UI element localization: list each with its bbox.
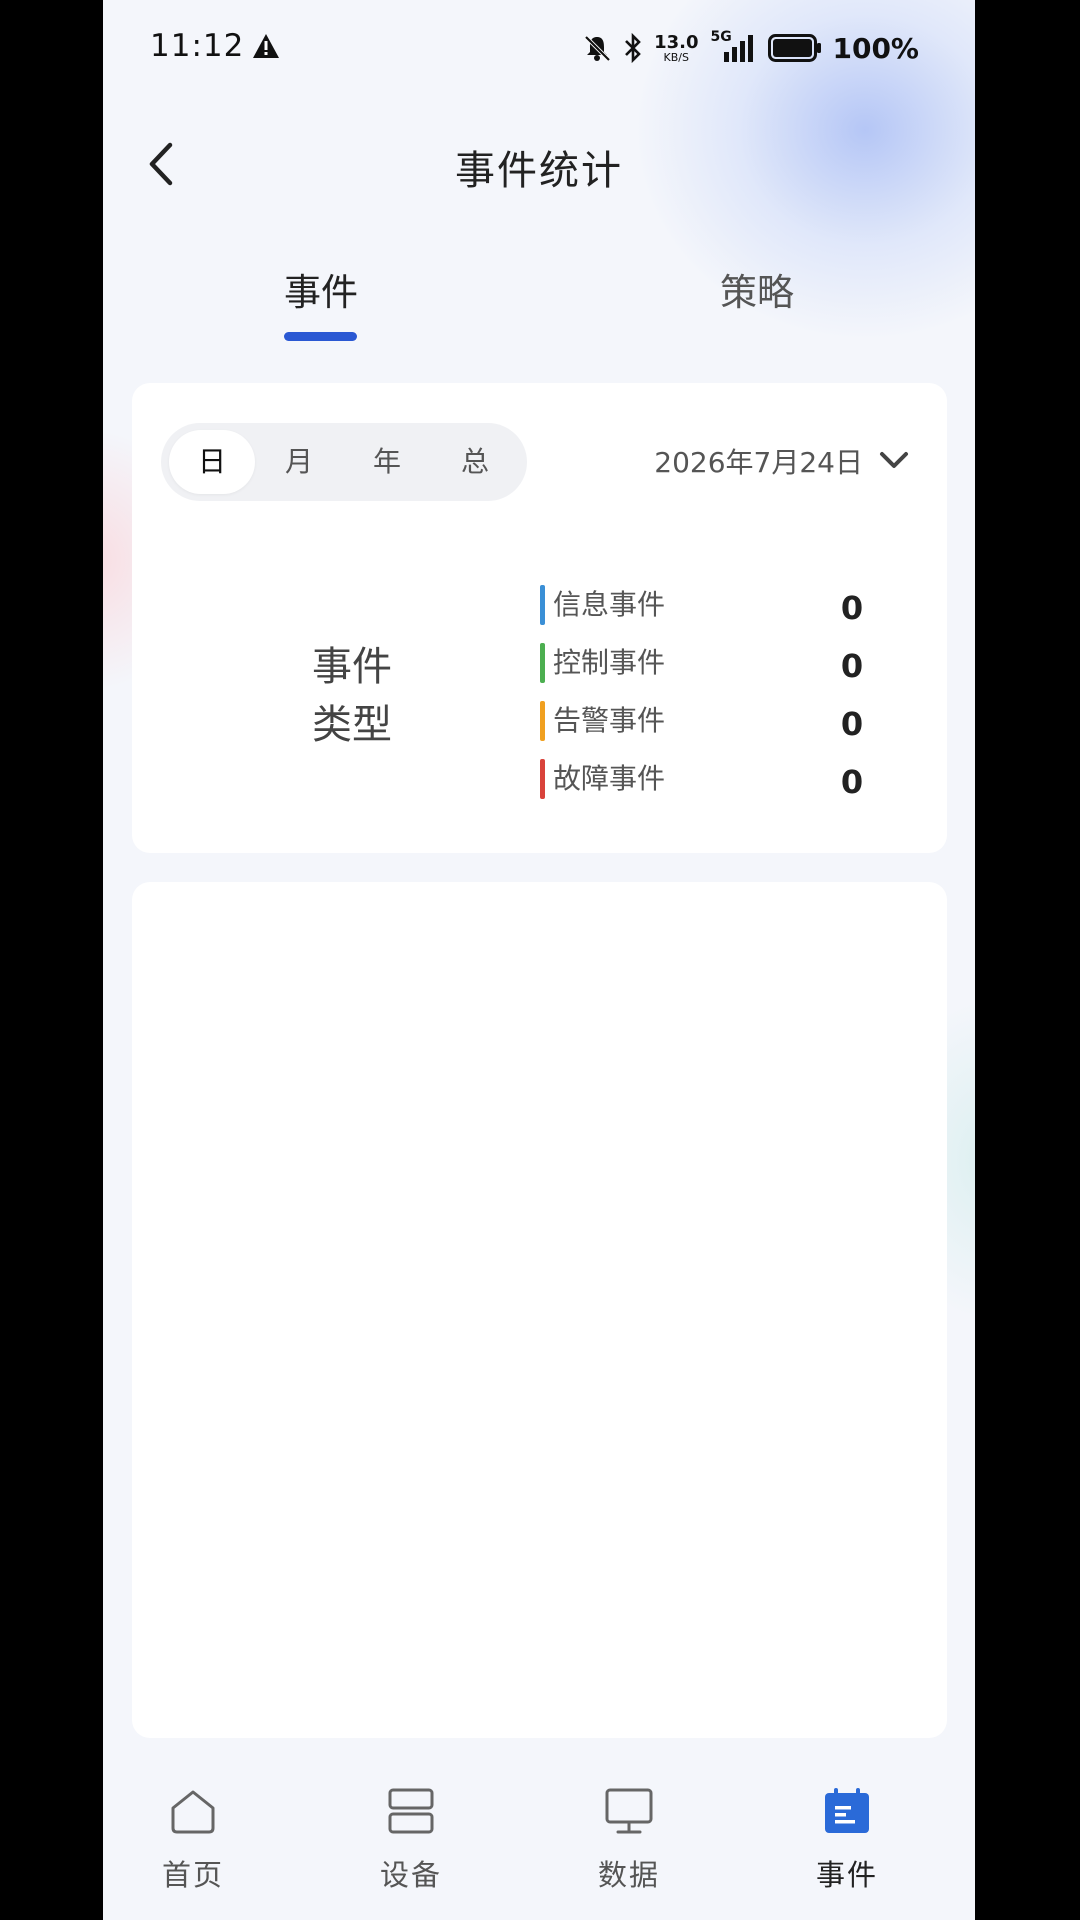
legend-count: 0 (840, 705, 864, 743)
signal-icon: 5G (708, 29, 758, 64)
period-month[interactable]: 月 (255, 423, 343, 501)
nav-item-events[interactable]: 事件 (757, 1756, 937, 1920)
monitor-icon (605, 1788, 653, 1834)
period-selector: 日 月 年 总 (161, 423, 527, 501)
tab-active-indicator (284, 332, 357, 341)
legend-label: 告警事件 (553, 704, 666, 737)
tab-strategy[interactable]: 策略 (657, 262, 857, 316)
signal-bars-icon (724, 35, 754, 62)
legend-color-bar (540, 701, 545, 741)
period-day[interactable]: 日 (169, 430, 255, 494)
network-speed-unit: KB/S (663, 50, 689, 64)
mute-bell-icon (584, 35, 611, 62)
nav-label-events: 事件 (815, 1858, 878, 1892)
period-year[interactable]: 年 (343, 423, 431, 501)
page-title: 事件统计 (455, 148, 623, 194)
nav-item-home[interactable]: 首页 (103, 1756, 283, 1920)
period-total[interactable]: 总 (431, 423, 519, 501)
battery-icon (768, 34, 822, 62)
event-type-label: 事件 类型 (282, 638, 422, 754)
nav-item-data[interactable]: 数据 (539, 1756, 719, 1920)
tab-events[interactable]: 事件 (221, 262, 421, 316)
warning-icon (253, 34, 279, 58)
event-list-card (132, 882, 947, 1738)
phone-screen: 11:12 13.0 KB/S 5G 100% 事件统计 事件 策略 日 月 年… (103, 0, 975, 1920)
legend-count: 0 (840, 647, 864, 685)
legend-color-bar (540, 585, 545, 625)
chevron-down-icon (880, 452, 908, 468)
device-icon (388, 1788, 434, 1834)
date-picker[interactable]: 2026年7月24日 (654, 429, 909, 493)
network-speed-value: 13.0 (654, 31, 699, 53)
status-time: 11:12 (150, 28, 245, 64)
legend-label: 信息事件 (553, 588, 666, 621)
nav-label-device: 设备 (379, 1858, 442, 1892)
legend-color-bar (540, 643, 545, 683)
legend-color-bar (540, 759, 545, 799)
legend-item-fault: 故障事件 0 (540, 757, 880, 801)
battery-percentage: 100% (832, 31, 919, 65)
legend-label: 控制事件 (553, 646, 666, 679)
legend-item-control: 控制事件 0 (540, 641, 880, 685)
event-type-label-line2: 类型 (312, 702, 392, 748)
bluetooth-icon (625, 32, 641, 64)
home-icon (171, 1790, 215, 1834)
nav-item-device[interactable]: 设备 (321, 1756, 501, 1920)
nav-label-home: 首页 (161, 1858, 224, 1892)
status-bar: 11:12 13.0 KB/S 5G 100% (103, 0, 975, 96)
legend-label: 故障事件 (553, 762, 666, 795)
event-stats-card: 日 月 年 总 2026年7月24日 事件 类型 信息事件 0 控制事件 0 告… (132, 383, 947, 853)
legend-count: 0 (840, 763, 864, 801)
bottom-navigation: 首页 设备 数据 事件 (103, 1756, 975, 1920)
legend-count: 0 (840, 589, 864, 627)
legend-item-alarm: 告警事件 0 (540, 699, 880, 743)
nav-label-data: 数据 (597, 1858, 660, 1892)
date-text: 2026年7月24日 (654, 446, 863, 479)
status-icons: 13.0 KB/S 5G 100% (582, 28, 919, 68)
legend-item-info: 信息事件 0 (540, 583, 880, 627)
network-speed: 13.0 KB/S (654, 31, 699, 64)
event-type-label-line1: 事件 (312, 644, 392, 690)
calendar-icon (825, 1788, 869, 1833)
